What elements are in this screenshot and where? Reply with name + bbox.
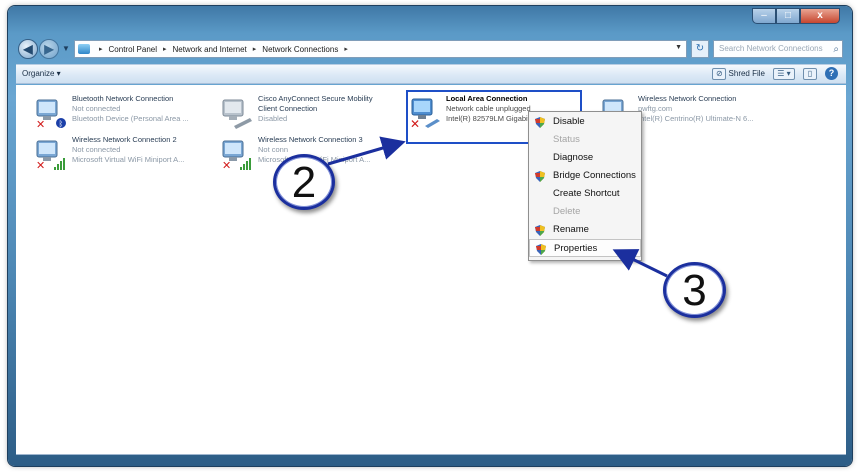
shield-icon (536, 244, 546, 255)
menu-item-label: Create Shortcut (553, 188, 620, 199)
connection-name: Wireless Network Connection 2 (72, 135, 177, 144)
shield-icon (535, 117, 545, 128)
search-placeholder: Search Network Connections (719, 44, 823, 53)
menu-item-label: Disable (553, 116, 585, 127)
breadcrumb-separator: ▸ (344, 46, 348, 53)
svg-text:ᛒ: ᛒ (59, 120, 64, 129)
connection-status: Not connected (72, 104, 121, 113)
back-button[interactable]: ◀ (18, 39, 38, 59)
connections-list: ✕ ᛒ Bluetooth Network Connection Not con… (16, 85, 846, 455)
command-bar: Organize ▾ ⊘ Shred File ☰ ▾ ▯ ? (16, 64, 846, 84)
connection-name: Wireless Network Connection (638, 94, 737, 103)
wireless-adapter-icon: ✕ (36, 140, 65, 171)
change-view-button[interactable]: ☰ ▾ (773, 67, 795, 80)
organize-button[interactable]: Organize ▾ (22, 69, 61, 78)
menu-item-rename[interactable]: Rename (529, 221, 641, 239)
control-panel-icon (78, 44, 90, 54)
connection-device: Intel(R) 82579LM Gigabit (446, 114, 530, 123)
connection-status: Disabled (258, 114, 288, 123)
minimize-button[interactable]: – (752, 8, 776, 24)
connection-status: pwftg.com (638, 104, 673, 113)
menu-item-label: Properties (554, 243, 598, 254)
address-bar[interactable]: ▸ Control Panel ▸ Network and Internet ▸… (74, 40, 687, 58)
shield-icon (535, 171, 545, 182)
menu-item-label: Delete (553, 206, 581, 217)
menu-item-label: Bridge Connections (553, 170, 636, 181)
breadcrumb-separator: ▸ (99, 46, 103, 53)
menu-item-properties[interactable]: Properties (529, 239, 641, 257)
svg-text:✕: ✕ (36, 159, 45, 171)
connection-status: Network cable unplugged (446, 104, 531, 113)
forward-button[interactable]: ▶ (39, 39, 59, 59)
breadcrumb-network-and-internet[interactable]: Network and Internet (173, 45, 247, 54)
address-dropdown-icon[interactable]: ▼ (675, 44, 682, 51)
help-icon[interactable]: ? (825, 67, 838, 80)
menu-item-status: Status (529, 131, 641, 149)
menu-item-create-shortcut[interactable]: Create Shortcut (529, 185, 641, 203)
vpn-adapter-icon (222, 99, 252, 129)
maximize-button[interactable]: □ (776, 8, 800, 24)
menu-item-label: Rename (553, 224, 589, 235)
close-button[interactable]: x (800, 8, 840, 24)
connection-text: Wireless Network Connection 2 Not connec… (72, 135, 184, 165)
recent-pages-dropdown[interactable]: ▼ (62, 44, 70, 53)
preview-pane-button[interactable]: ▯ (803, 67, 817, 80)
toolbar-right: ⊘ Shred File ☰ ▾ ▯ ? (712, 67, 838, 80)
wireless-adapter-icon: ✕ (222, 140, 251, 171)
breadcrumb-control-panel[interactable]: Control Panel (109, 45, 157, 54)
shred-file-label: Shred File (728, 68, 765, 78)
svg-text:✕: ✕ (222, 159, 231, 171)
ethernet-adapter-icon: ✕ (410, 98, 440, 129)
step-2-callout: 2 (273, 154, 335, 210)
shred-file-button[interactable]: ⊘ Shred File (712, 67, 765, 80)
menu-item-delete: Delete (529, 203, 641, 221)
connection-item[interactable]: ✕ ᛒ Bluetooth Network Connection Not con… (34, 94, 214, 134)
menu-item-diagnose[interactable]: Diagnose (529, 149, 641, 167)
connection-name-line2: Client Connection (258, 104, 318, 113)
connection-name: Cisco AnyConnect Secure Mobility (258, 94, 373, 103)
menu-item-label: Diagnose (553, 152, 594, 163)
breadcrumb-network-connections[interactable]: Network Connections (262, 45, 338, 54)
shield-icon (535, 225, 545, 236)
connection-status: Not connected (72, 145, 121, 154)
connection-text: Cisco AnyConnect Secure Mobility Client … (258, 94, 373, 124)
step-3-callout: 3 (663, 262, 726, 318)
menu-item-disable[interactable]: Disable (529, 113, 641, 131)
connection-name: Bluetooth Network Connection (72, 94, 174, 103)
connection-status: Not conn (258, 145, 289, 154)
breadcrumb-separator: ▸ (163, 46, 167, 53)
connection-item[interactable]: ✕ Wireless Network Connection 2 Not conn… (34, 135, 214, 175)
search-icon[interactable]: ⌕ (833, 42, 839, 57)
connection-device: Intel(R) Centrino(R) Ultimate-N 6... (638, 114, 754, 123)
search-input[interactable]: Search Network Connections ⌕ (713, 40, 843, 58)
svg-text:✕: ✕ (410, 117, 420, 129)
breadcrumb-separator: ▸ (252, 46, 257, 53)
network-adapter-icon: ✕ ᛒ (36, 99, 66, 130)
address-row: ◀ ▶ ▼ ▸ Control Panel ▸ Network and Inte… (16, 38, 846, 60)
menu-item-bridge-connections[interactable]: Bridge Connections (529, 167, 641, 185)
connection-name: Local Area Connection (446, 94, 528, 103)
connection-text: Wireless Network Connection pwftg.com In… (638, 94, 753, 124)
menu-item-label: Status (553, 134, 580, 145)
connection-item[interactable]: Cisco AnyConnect Secure Mobility Client … (220, 94, 400, 134)
svg-text:✕: ✕ (36, 118, 45, 130)
shred-icon: ⊘ (712, 67, 727, 80)
context-menu: Disable Status Diagnose Bridge Connectio… (528, 111, 642, 261)
connection-device: Bluetooth Device (Personal Area ... (72, 114, 189, 123)
connection-text: Bluetooth Network Connection Not connect… (72, 94, 189, 124)
connection-name: Wireless Network Connection 3 (258, 135, 363, 144)
connection-text: Local Area Connection Network cable unpl… (446, 94, 531, 124)
refresh-button[interactable]: ↻ (691, 40, 709, 58)
connection-device: Microsoft Virtual WiFi Miniport A... (72, 155, 185, 164)
caption-buttons: – □ x (752, 8, 840, 24)
